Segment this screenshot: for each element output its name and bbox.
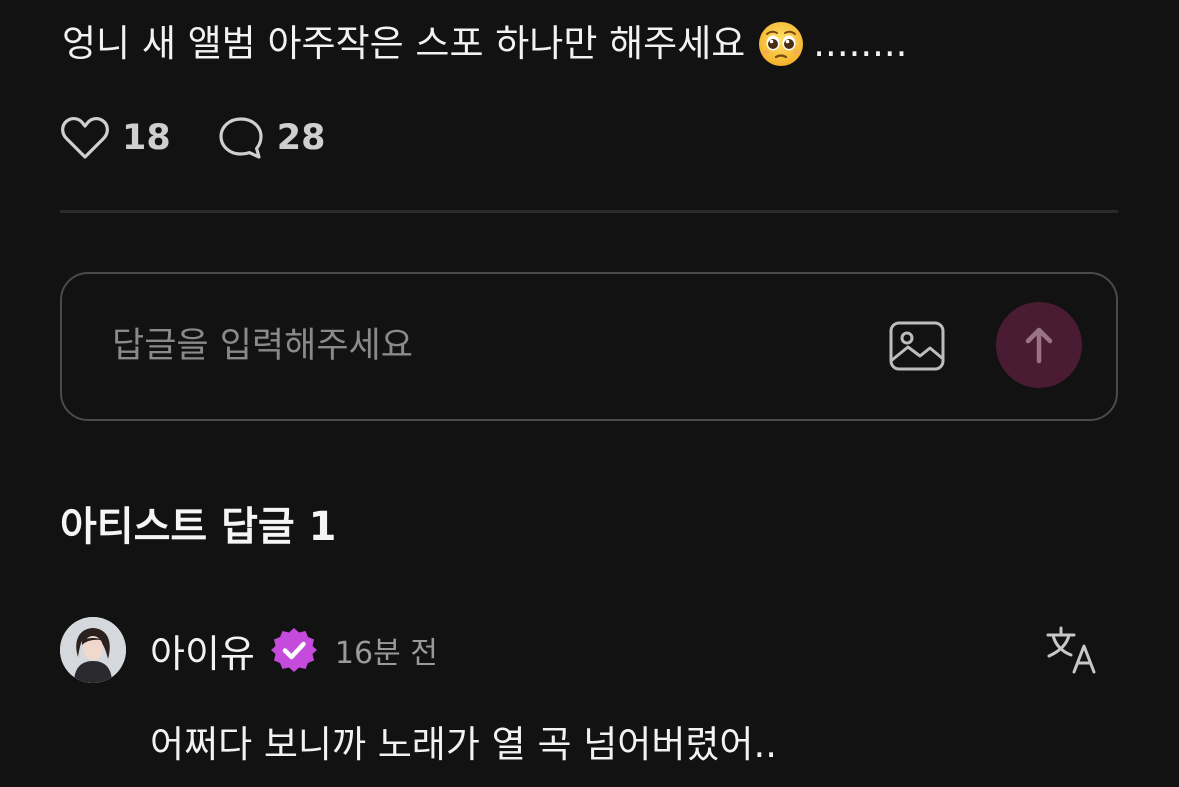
like-button[interactable]: 18 [60, 115, 171, 161]
like-count: 18 [122, 118, 171, 158]
verified-badge-icon [270, 628, 317, 672]
post-text: 엉니 새 앨범 아주작은 스포 하나만 해주세요 ........ [62, 18, 907, 70]
pleading-face-emoji [759, 22, 804, 66]
speech-bubble-icon [219, 117, 263, 159]
translate-icon[interactable] [1044, 624, 1100, 676]
avatar-image [60, 617, 126, 683]
reply-header: 아이유 16분 전 [150, 622, 438, 678]
artist-replies-title: 아티스트 답글 1 [60, 504, 337, 550]
post-trailing: ........ [813, 22, 908, 65]
comment-count: 28 [276, 118, 326, 158]
image-icon[interactable] [888, 318, 946, 374]
author-name[interactable]: 아이유 [150, 623, 255, 678]
reply-composer [60, 272, 1118, 421]
comment-button[interactable]: 28 [217, 115, 326, 161]
post-actions: 18 28 [60, 112, 371, 164]
arrow-up-icon [1025, 327, 1053, 364]
divider [60, 210, 1118, 213]
heart-icon [61, 116, 109, 159]
post-body: 엉니 새 앨범 아주작은 스포 하나만 해주세요 [62, 22, 746, 65]
reply-time: 16분 전 [334, 636, 438, 671]
reply-text: 어쩌다 보니까 노래가 열 곡 넘어버렸어.. [150, 723, 777, 766]
reply-input[interactable] [112, 314, 852, 378]
send-button[interactable] [996, 302, 1082, 388]
avatar[interactable] [60, 617, 126, 683]
